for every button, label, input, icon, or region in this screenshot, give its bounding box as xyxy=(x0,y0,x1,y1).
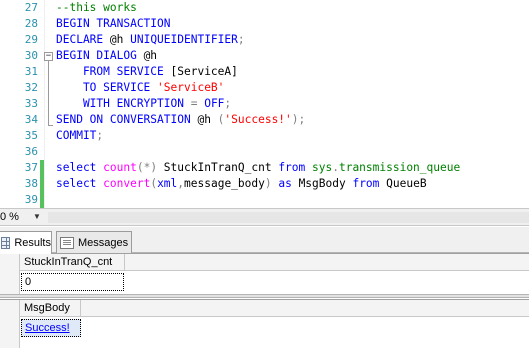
code-line[interactable]: select count(*) StuckInTranQ_cnt from sy… xyxy=(56,160,460,176)
line-number: 36 xyxy=(24,145,38,158)
code-token: OFF xyxy=(204,97,225,110)
code-line[interactable]: SEND ON CONVERSATION @h ('Success!'); xyxy=(56,112,305,128)
tab-results-label: Results xyxy=(14,237,51,249)
code-token: @h xyxy=(143,49,158,62)
code-line[interactable]: DECLARE @h UNIQUEIDENTIFIER; xyxy=(56,32,245,48)
code-token: ; xyxy=(224,97,232,110)
row-header-column xyxy=(0,254,20,296)
code-token: 'Success!' xyxy=(224,113,292,126)
code-token: UNIQUEIDENTIFIER xyxy=(130,33,238,46)
outline-end-tick xyxy=(48,125,53,126)
column-header[interactable]: MsgBody xyxy=(21,300,81,317)
line-number: 33 xyxy=(24,97,38,110)
outline-line xyxy=(48,61,49,125)
code-line[interactable]: TO SERVICE 'ServiceB' xyxy=(56,80,224,96)
code-token: count xyxy=(103,161,137,174)
code-line[interactable]: BEGIN DIALOG @h xyxy=(56,48,157,64)
code-editor[interactable]: 27 28 29 30 31 32 33 34 35 36 37 38 39 − --this work… xyxy=(0,0,529,208)
line-number: 30 xyxy=(24,49,38,62)
tab-messages-label: Messages xyxy=(78,236,129,249)
messages-icon xyxy=(60,236,74,249)
code-line[interactable]: --this works xyxy=(56,0,137,16)
code-token: ; xyxy=(237,33,245,46)
code-token: (*) xyxy=(136,161,164,174)
code-token: . xyxy=(332,161,339,174)
chevron-down-icon[interactable]: ▼ xyxy=(33,212,41,221)
xml-link-cell[interactable]: Success! xyxy=(21,319,81,337)
code-token: 'ServiceB' xyxy=(157,81,225,94)
line-number: 27 xyxy=(24,1,38,14)
line-number: 39 xyxy=(24,193,38,206)
code-token: DECLARE xyxy=(56,33,110,46)
grid-cell[interactable]: 0 xyxy=(21,273,124,291)
code-token: select xyxy=(56,161,104,174)
code-token: = xyxy=(190,97,205,110)
code-token: transmission_queue xyxy=(338,161,461,174)
tab-messages[interactable]: Messages xyxy=(56,231,132,253)
code-token: ; xyxy=(96,129,104,142)
code-token: from xyxy=(278,161,312,174)
line-number: 38 xyxy=(24,177,38,190)
code-token: message_body xyxy=(184,177,265,190)
code-token: select xyxy=(56,177,104,190)
code-token: WITH ENCRYPTION xyxy=(56,97,191,110)
code-token: BEGIN DIALOG xyxy=(56,49,144,62)
column-header[interactable]: StuckInTranQ_cnt xyxy=(21,254,125,271)
code-token: StuckInTranQ_cnt xyxy=(163,161,279,174)
zoom-level[interactable]: 0 % xyxy=(0,211,19,223)
line-number: 37 xyxy=(24,161,38,174)
code-token: as xyxy=(278,177,299,190)
collapse-region-icon[interactable]: − xyxy=(44,52,53,61)
code-token: [ServiceA] xyxy=(170,65,238,78)
code-line[interactable]: WITH ENCRYPTION = OFF; xyxy=(56,96,231,112)
code-line[interactable]: BEGIN TRANSACTION xyxy=(56,16,171,32)
editor-status-strip: 0 % ▼ xyxy=(0,208,529,226)
code-token: xml xyxy=(157,177,178,190)
grid-splitter[interactable] xyxy=(0,294,529,298)
line-number: 28 xyxy=(24,17,38,30)
code-token: FROM SERVICE xyxy=(56,65,171,78)
code-token: convert xyxy=(103,177,151,190)
code-line[interactable]: FROM SERVICE [ServiceA] xyxy=(56,64,238,80)
code-token: @h xyxy=(109,33,131,46)
code-token: ); xyxy=(291,113,306,126)
code-token: --this works xyxy=(56,1,137,14)
code-token: BEGIN TRANSACTION xyxy=(56,17,171,30)
code-token: COMMIT xyxy=(56,129,97,142)
line-number: 35 xyxy=(24,129,38,142)
horizontal-scrollbar[interactable] xyxy=(48,212,529,223)
code-token: TO SERVICE xyxy=(56,81,158,94)
line-number: 31 xyxy=(24,65,38,78)
result-grid-1[interactable]: StuckInTranQ_cnt 0 xyxy=(0,253,529,296)
code-token: ) xyxy=(264,177,279,190)
code-token: SEND ON CONVERSATION xyxy=(56,113,198,126)
code-token: from xyxy=(352,177,387,190)
results-tab-strip: Results Messages xyxy=(0,227,529,254)
code-token: MsgBody xyxy=(298,177,353,190)
code-line[interactable]: select convert(xml,message_body) as MsgB… xyxy=(56,176,427,192)
code-token: @h xyxy=(197,113,218,126)
result-grid-2[interactable]: MsgBody Success! xyxy=(0,299,529,348)
grid-icon xyxy=(1,237,11,249)
tab-results[interactable]: Results xyxy=(0,231,52,254)
code-token: QueueB xyxy=(386,177,427,190)
results-pane: StuckInTranQ_cnt 0 MsgBody Success! xyxy=(0,253,529,348)
line-number: 34 xyxy=(24,113,38,126)
code-token: sys xyxy=(312,161,333,174)
gutter-divider xyxy=(44,0,45,208)
line-number-gutter: 27 28 29 30 31 32 33 34 35 36 37 38 39 xyxy=(0,0,44,208)
row-header-column xyxy=(0,300,20,348)
line-number: 29 xyxy=(24,33,38,46)
code-line[interactable]: COMMIT; xyxy=(56,128,103,144)
line-number: 32 xyxy=(24,81,38,94)
